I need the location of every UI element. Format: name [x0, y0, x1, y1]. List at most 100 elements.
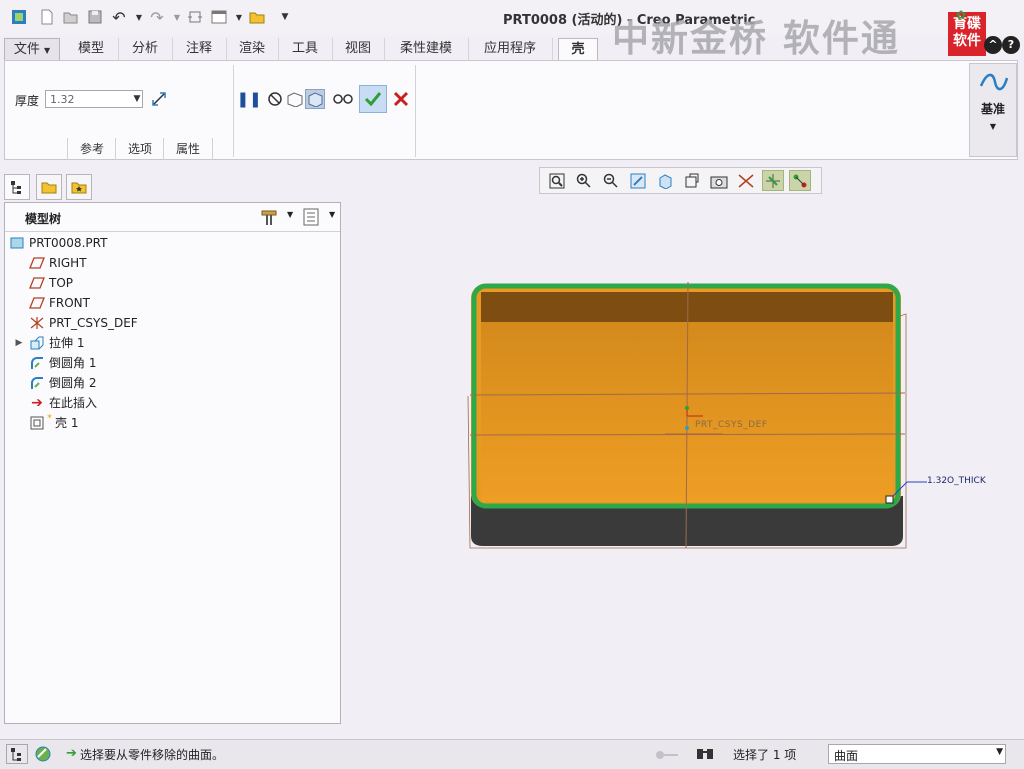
tab-shell[interactable]: 壳	[558, 38, 598, 61]
refit-icon[interactable]	[546, 170, 568, 191]
open-icon[interactable]	[62, 8, 80, 26]
chevron-down-icon: ▼	[989, 122, 997, 131]
find-icon[interactable]	[696, 746, 714, 765]
thickness-dropdown-icon[interactable]: ▼	[131, 91, 143, 107]
datum-icon	[979, 70, 1009, 97]
datum-plane-icon	[29, 256, 45, 270]
zoom-in-icon[interactable]	[573, 170, 595, 191]
slider-icon[interactable]	[655, 749, 679, 759]
thickness-dimension[interactable]: 1.32O_THICK	[927, 476, 986, 486]
pause-icon[interactable]: ❚❚	[236, 89, 261, 109]
tree-item-label: 倒圆角 2	[49, 376, 97, 390]
annotation-display-icon[interactable]	[789, 170, 811, 191]
close-window-icon[interactable]	[248, 8, 266, 26]
tab-file[interactable]: 文件 ▼	[4, 38, 60, 62]
favorites-tab[interactable]	[66, 174, 92, 200]
datum-plane-icon	[29, 276, 45, 290]
selection-filter[interactable]: 曲面 ▼	[828, 744, 1006, 764]
redo-dropdown-icon[interactable]: ▼	[168, 8, 186, 26]
tree-item-label: RIGHT	[49, 256, 87, 270]
model-canvas	[467, 281, 927, 549]
redo-icon[interactable]: ↷	[148, 8, 166, 27]
datum-panel[interactable]: 基准 ▼	[969, 63, 1017, 157]
chevron-down-icon: ▼	[996, 747, 1003, 757]
tab-flexible-modeling[interactable]: 柔性建模	[384, 38, 469, 60]
model-tree-title: 模型树	[25, 212, 62, 226]
divider	[233, 65, 234, 157]
expand-arrow-icon[interactable]: ▶	[11, 336, 27, 350]
undo-dropdown-icon[interactable]: ▼	[130, 8, 148, 26]
status-bar: ➔ 选择要从零件移除的曲面。 选择了 1 项 曲面 ▼	[0, 739, 1024, 769]
datum-label: 基准	[980, 102, 1005, 116]
separate-preview-icon[interactable]	[285, 89, 305, 109]
tab-tools[interactable]: 工具	[278, 38, 333, 60]
confirm-button[interactable]	[359, 85, 387, 113]
tree-item-label: TOP	[49, 276, 74, 290]
extrude-icon	[29, 336, 45, 350]
graphics-window[interactable]: PRT_CSYS_DEF 1.32O_THICK	[343, 196, 1024, 736]
sprout-icon: ✿	[956, 8, 967, 22]
chevron-down-icon[interactable]: ▼	[287, 210, 293, 219]
windows-icon[interactable]	[210, 8, 228, 26]
regenerate-icon[interactable]	[186, 8, 204, 26]
round-icon	[29, 376, 45, 390]
tab-analysis[interactable]: 分析	[118, 38, 173, 60]
navigator-toggle-icon[interactable]	[6, 744, 28, 764]
browser-toggle-icon[interactable]	[32, 744, 54, 764]
tab-applications[interactable]: 应用程序	[468, 38, 553, 60]
shell-dashboard: 厚度 ▼ ❚❚ 参考 选项 属性 基准 ▼	[4, 60, 1018, 160]
windows-dropdown-icon[interactable]: ▼	[230, 8, 248, 26]
filter-value: 曲面	[834, 749, 859, 763]
csys-icon	[29, 316, 45, 330]
tab-render[interactable]: 渲染	[226, 38, 279, 60]
view-toolbar	[539, 167, 822, 194]
chevron-down-icon[interactable]: ▼	[329, 210, 335, 219]
view-manager-icon[interactable]	[708, 170, 730, 191]
tab-view[interactable]: 视图	[332, 38, 385, 60]
customize-icon[interactable]: ▼	[276, 8, 294, 26]
tree-item-label: FRONT	[49, 296, 90, 310]
folder-browser-tab[interactable]	[36, 174, 62, 200]
no-preview-icon[interactable]	[265, 89, 285, 109]
undo-icon[interactable]: ↶	[110, 8, 128, 27]
tab-label: 文件	[13, 42, 40, 57]
datum-display-icon[interactable]	[762, 170, 784, 191]
display-style-icon[interactable]	[654, 170, 676, 191]
model-tree-panel: 模型树 ▼ ▼ PRT0008.PRT RIGHT TOP FRONT PRT_…	[4, 202, 341, 724]
tree-item-label: 倒圆角 1	[49, 356, 97, 370]
repaint-icon[interactable]	[627, 170, 649, 191]
verify-mode-icon[interactable]	[333, 89, 353, 109]
tab-properties[interactable]: 属性	[163, 138, 213, 160]
new-feature-star-icon: *	[47, 413, 52, 424]
divider	[415, 65, 416, 157]
title-bar: ↶ ▼ ↷ ▼ ▼ ▼ PRT0008 (活动的) - Creo Paramet…	[0, 0, 1024, 60]
tree-item-label: PRT0008.PRT	[29, 236, 108, 250]
flip-direction-icon[interactable]	[149, 89, 169, 109]
tree-item-label: 在此插入	[49, 396, 98, 410]
tab-options[interactable]: 选项	[115, 138, 164, 160]
tab-annotate[interactable]: 注释	[172, 38, 227, 60]
saved-orientations-icon[interactable]	[681, 170, 703, 191]
app-icon[interactable]	[10, 8, 28, 26]
tab-references[interactable]: 参考	[67, 138, 116, 160]
insert-here-icon: ➔	[31, 395, 43, 411]
new-icon[interactable]	[38, 8, 56, 26]
tree-item-label: 拉伸 1	[49, 336, 85, 350]
show-icon[interactable]	[303, 208, 319, 229]
tree-item-label: PRT_CSYS_DEF	[49, 316, 138, 330]
perspective-icon[interactable]	[735, 170, 757, 191]
part-icon	[9, 236, 25, 250]
chevron-down-icon: ▼	[44, 46, 51, 55]
shell-icon	[29, 416, 45, 430]
attach-preview-icon[interactable]	[305, 89, 325, 109]
ribbon-tabs: 文件 ▼ 模型 分析 注释 渲染 工具 视图 柔性建模 应用程序 壳	[0, 37, 1024, 62]
model-tree-tab[interactable]	[4, 174, 30, 200]
message-arrow-icon: ➔	[66, 746, 77, 761]
cancel-button[interactable]	[391, 89, 411, 109]
thickness-label: 厚度	[15, 94, 40, 108]
zoom-out-icon[interactable]	[600, 170, 622, 191]
thickness-input[interactable]	[45, 90, 143, 108]
save-icon[interactable]	[86, 8, 104, 26]
tab-model[interactable]: 模型	[64, 38, 119, 60]
settings-icon[interactable]	[259, 208, 279, 229]
